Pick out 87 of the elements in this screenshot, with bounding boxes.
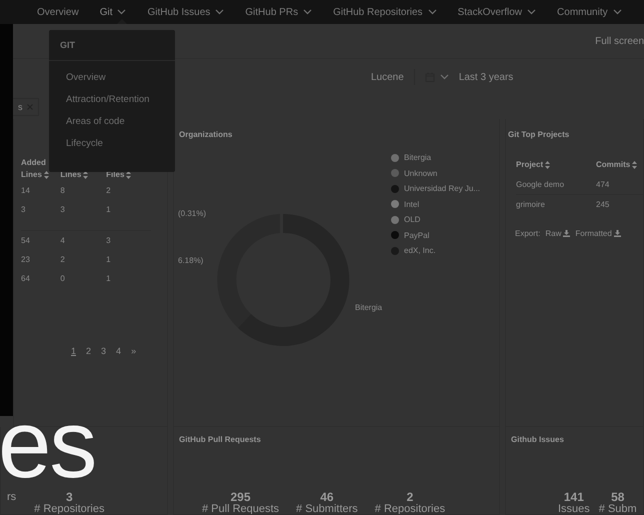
column-header[interactable]: Project: [516, 159, 596, 171]
menu-item[interactable]: Areas of code: [49, 110, 175, 132]
legend-label[interactable]: Universidad Rey Ju...: [404, 184, 480, 193]
stat-value: 58: [611, 491, 624, 503]
legend-label[interactable]: Bitergia: [404, 153, 432, 162]
percent-label: (0.31%): [178, 209, 208, 218]
table-cell: 2: [106, 186, 111, 195]
caption-text: es: [0, 408, 96, 482]
export-link[interactable]: Raw: [545, 229, 570, 238]
nav-item[interactable]: Community: [557, 0, 622, 24]
page-link[interactable]: 2: [86, 346, 92, 356]
table-cell: 1: [106, 255, 111, 264]
nav-item[interactable]: GitHub Issues: [147, 0, 224, 24]
chevron-down-icon: [303, 9, 312, 15]
column-header[interactable]: Commits: [596, 159, 643, 171]
download-icon: [563, 230, 570, 237]
stat-value: 2: [406, 491, 414, 503]
export-link[interactable]: Formatted: [575, 229, 621, 238]
next-page-link[interactable]: »: [131, 346, 136, 356]
column-header[interactable]: Lines: [60, 169, 106, 181]
stat-label: # Pull Requests: [202, 503, 280, 514]
legend-label[interactable]: PayPal: [404, 230, 430, 240]
table-cell: grimoire: [516, 200, 545, 209]
stat-value: 3: [66, 491, 73, 503]
stat-label: # Subm: [598, 503, 637, 514]
legend-label[interactable]: edX, Inc.: [404, 246, 436, 255]
table-cell: 54: [21, 236, 30, 245]
menu-item[interactable]: Overview: [49, 66, 175, 88]
time-range[interactable]: Last 3 years: [458, 72, 514, 82]
table-cell: 3: [60, 205, 65, 214]
table-cell: 3: [106, 236, 111, 245]
stat-label: # Submitters: [296, 503, 358, 514]
table-cell: 1: [106, 274, 111, 283]
table-cell: 1: [106, 205, 111, 214]
nav-item[interactable]: StackOverflow: [458, 0, 536, 24]
nav-item[interactable]: GitHub PRs: [245, 0, 312, 24]
panel-title: GitHub Pull Requests: [179, 435, 262, 444]
table-cell: 2: [60, 255, 65, 264]
export-label: Export:: [515, 229, 540, 238]
legend-label[interactable]: Intel: [404, 200, 420, 208]
chevron-down-icon: [527, 9, 536, 15]
menu-heading: GIT: [49, 30, 175, 61]
stat-label: rs: [7, 491, 16, 503]
panel-title: Organizations: [179, 130, 234, 139]
project-filter[interactable]: Lucene: [371, 72, 404, 82]
stat-label: Issues: [558, 503, 590, 514]
chevron-down-icon: [117, 9, 126, 15]
stat-value: 46: [320, 491, 334, 503]
nav-item[interactable]: Overview: [37, 0, 79, 24]
sort-icon[interactable]: [83, 171, 88, 179]
chevron-down-icon: [428, 9, 437, 15]
table-cell: Google demo: [516, 180, 564, 189]
legend-label[interactable]: OLD: [404, 215, 420, 224]
slice-label: Bitergia: [355, 303, 384, 312]
column-header[interactable]: Lines: [21, 169, 60, 181]
table-cell: 14: [21, 186, 30, 195]
chevron-down-icon: [612, 9, 622, 15]
sort-icon[interactable]: [545, 161, 550, 169]
download-icon: [614, 230, 621, 237]
table-cell: 4: [60, 236, 65, 245]
table-cell: 64: [21, 274, 30, 283]
full-screen-link[interactable]: Full screen: [595, 36, 644, 46]
menu-item[interactable]: Lifecycle: [49, 132, 175, 154]
table-cell: 245: [596, 200, 610, 209]
table-cell: 3: [21, 205, 26, 214]
stat-value: 141: [564, 491, 584, 503]
sort-icon[interactable]: [126, 171, 132, 179]
nav-item[interactable]: GitHub Repositories: [333, 0, 437, 24]
panel-title: Git Top Projects: [508, 130, 570, 139]
table-cell: 0: [60, 274, 65, 283]
page-link[interactable]: 4: [116, 346, 122, 356]
stat-label: # Repositories: [374, 503, 446, 514]
page-link[interactable]: 1: [71, 346, 76, 356]
menu-item[interactable]: Attraction/Retention: [49, 88, 175, 110]
chevron-down-icon: [440, 74, 449, 80]
percent-label: 6.18%): [178, 256, 204, 265]
table-cell: 474: [596, 180, 610, 189]
stat-label: # Repositories: [34, 503, 104, 514]
page-link[interactable]: 3: [101, 346, 106, 356]
sort-icon[interactable]: [632, 161, 638, 169]
legend-label[interactable]: Unknown: [404, 168, 438, 178]
chevron-down-icon: [215, 9, 224, 15]
stat-value: 295: [230, 491, 251, 503]
panel-title: Github Issues: [511, 435, 565, 444]
table-cell: 23: [21, 255, 30, 264]
sort-icon[interactable]: [44, 171, 49, 179]
table-cell: 8: [60, 186, 65, 195]
